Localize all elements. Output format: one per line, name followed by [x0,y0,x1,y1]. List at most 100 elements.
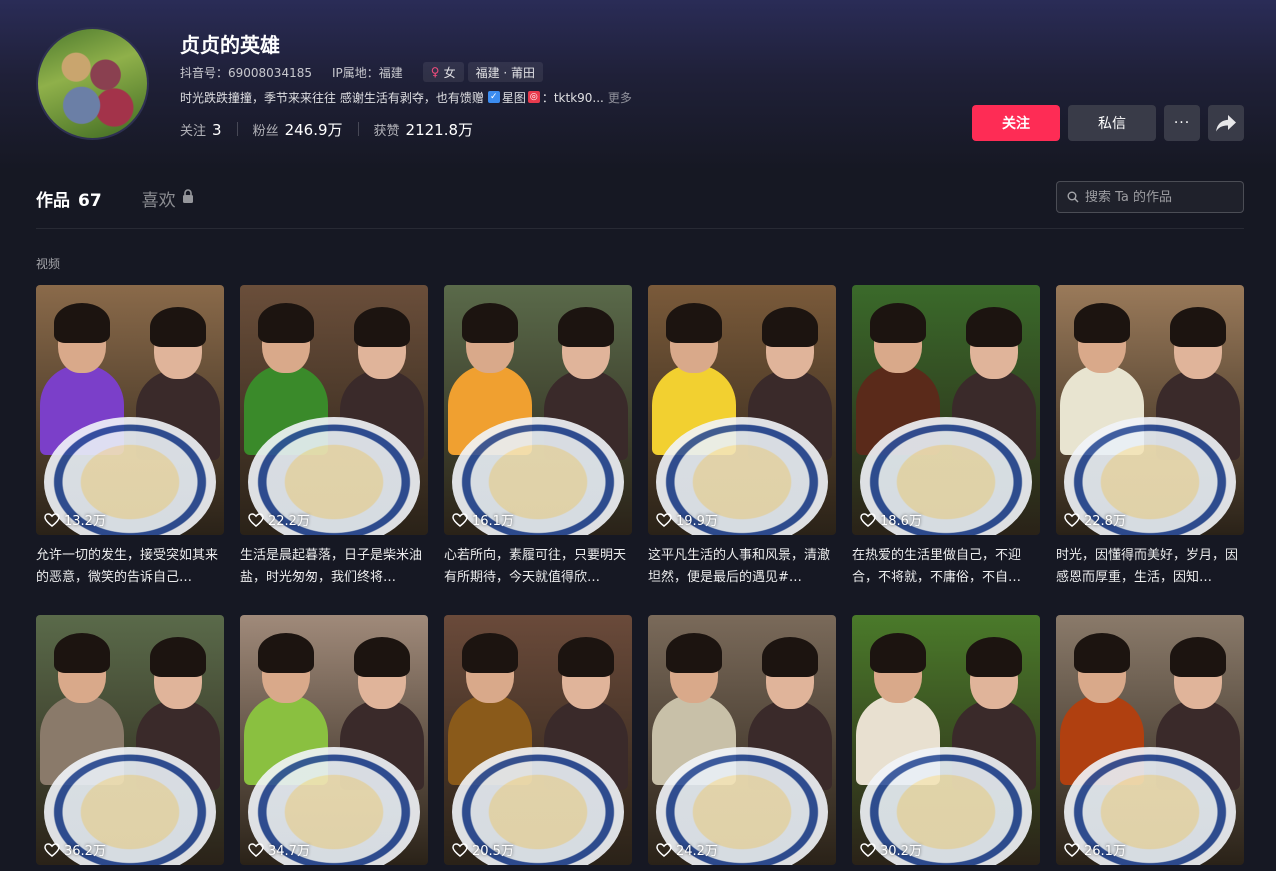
like-count-text: 24.2万 [676,844,718,859]
ip-location: IP属地：福建 [331,65,403,80]
female-icon: ♀ [430,65,440,79]
video-thumbnail[interactable]: 30.2万 [852,615,1040,865]
section-label-videos: 视频 [36,257,61,271]
like-count-text: 26.1万 [1084,844,1126,859]
profile-tabs: 作品 67 喜欢 [36,185,194,211]
video-thumbnail[interactable]: 13.2万 [36,285,224,535]
video-card[interactable]: 24.2万 [648,615,836,865]
video-thumbnail[interactable]: 19.9万 [648,285,836,535]
profile-stats: 关注 3 粉丝 246.9万 获赞 2121.8万 [180,118,473,140]
stat-following[interactable]: 关注 3 [180,120,222,139]
heart-icon [1064,512,1080,527]
thumbnail-art [54,303,110,343]
video-card[interactable]: 19.9万这平凡生活的人事和风景，清澈坦然，便是最后的遇见#… [648,285,836,589]
bio-text: 时光跌跌撞撞，季节来来往往 感谢生活有剥夺，也有馈赠 [180,90,484,105]
video-title[interactable]: 生活是晨起暮落，日子是柴米油盐，时光匆匆，我们终将… [240,545,428,589]
like-count-text: 19.9万 [676,514,718,529]
heart-icon [656,842,672,857]
share-button[interactable] [1208,105,1244,141]
thumbnail-art [870,303,926,343]
video-card[interactable]: 36.2万 [36,615,224,865]
video-title[interactable]: 在热爱的生活里做自己，不迎合，不将就，不庸俗，不自… [852,545,1040,589]
tab-works[interactable]: 作品 67 [36,186,102,211]
heart-icon [452,842,468,857]
stat-divider [357,122,359,136]
douyin-id: 抖音号：69008034185 [180,65,312,80]
profile-bio: 时光跌跌撞撞，季节来来往往 感谢生活有剥夺，也有馈赠 ✓ 星图 ◎ ：tktk9… [180,89,632,105]
heart-icon [452,512,468,527]
tabs-divider [36,228,1244,229]
heart-icon [248,842,264,857]
video-thumbnail[interactable]: 34.7万 [240,615,428,865]
heart-icon [860,842,876,857]
video-card[interactable]: 18.6万在热爱的生活里做自己，不迎合，不将就，不庸俗，不自… [852,285,1040,589]
thumbnail-art [1074,303,1130,343]
video-like-count: 19.9万 [656,510,718,529]
video-like-count: 13.2万 [44,510,106,529]
video-like-count: 34.7万 [248,840,310,859]
gender-tag: ♀ 女 [422,62,464,82]
bio-more-link[interactable]: 更多 [608,89,632,106]
lock-icon [182,188,194,208]
video-thumbnail[interactable]: 36.2万 [36,615,224,865]
video-like-count: 30.2万 [860,840,922,859]
video-title[interactable]: 这平凡生活的人事和风景，清澈坦然，便是最后的遇见#… [648,545,836,589]
stat-followers[interactable]: 粉丝 246.9万 [253,119,343,140]
video-thumbnail[interactable]: 16.1万 [444,285,632,535]
video-card[interactable]: 22.8万时光，因懂得而美好，岁月，因感恩而厚重，生活，因知… [1056,285,1244,589]
video-thumbnail[interactable]: 20.5万 [444,615,632,865]
video-like-count: 26.1万 [1064,840,1126,859]
video-card[interactable]: 22.2万生活是晨起暮落，日子是柴米油盐，时光匆匆，我们终将… [240,285,428,589]
bio-star-label: 星图 [501,90,526,105]
thumbnail-art [258,633,314,673]
thumbnail-art [870,633,926,673]
thumbnail-art [150,307,206,347]
thumbnail-art [462,303,518,343]
video-thumbnail[interactable]: 22.8万 [1056,285,1244,535]
checkbox-icon: ✓ [487,91,500,103]
video-card[interactable]: 20.5万 [444,615,632,865]
video-card[interactable]: 13.2万允许一切的发生，接受突如其来的恶意，微笑的告诉自己… [36,285,224,589]
thumbnail-art [762,307,818,347]
video-title[interactable]: 时光，因懂得而美好，岁月，因感恩而厚重，生活，因知… [1056,545,1244,589]
video-card[interactable]: 16.1万心若所向，素履可往，只要明天有所期待，今天就值得欣… [444,285,632,589]
like-count-text: 22.2万 [268,514,310,529]
search-box[interactable] [1056,181,1244,213]
like-count-text: 13.2万 [64,514,106,529]
video-card[interactable]: 26.1万 [1056,615,1244,865]
thumbnail-art [558,307,614,347]
more-options-button[interactable]: ··· [1164,105,1200,141]
avatar[interactable] [36,27,149,140]
video-thumbnail[interactable]: 26.1万 [1056,615,1244,865]
thumbnail-art [666,633,722,673]
video-thumbnail[interactable]: 18.6万 [852,285,1040,535]
thumbnail-art [462,633,518,673]
heart-icon [1064,842,1080,857]
like-count-text: 18.6万 [880,514,922,529]
profile-meta: 抖音号：69008034185 IP属地：福建 ♀ 女 福建 · 莆田 [180,62,547,82]
search-icon [1067,191,1079,203]
like-count-text: 36.2万 [64,844,106,859]
tab-likes[interactable]: 喜欢 [142,186,194,211]
video-title[interactable]: 允许一切的发生，接受突如其来的恶意，微笑的告诉自己… [36,545,224,589]
video-title[interactable]: 心若所向，素履可往，只要明天有所期待，今天就值得欣… [444,545,632,589]
video-thumbnail[interactable]: 22.2万 [240,285,428,535]
video-like-count: 36.2万 [44,840,106,859]
thumbnail-art [966,307,1022,347]
heart-icon [656,512,672,527]
video-like-count: 20.5万 [452,840,514,859]
profile-header-background [0,0,1276,170]
search-input[interactable] [1085,189,1235,205]
thumbnail-art [966,637,1022,677]
video-thumbnail[interactable]: 24.2万 [648,615,836,865]
thumbnail-art [558,637,614,677]
stat-likes: 获赞 2121.8万 [373,120,474,139]
video-card[interactable]: 30.2万 [852,615,1040,865]
heart-icon [860,512,876,527]
video-card[interactable]: 34.7万 [240,615,428,865]
thumbnail-art [354,307,410,347]
message-button[interactable]: 私信 [1068,105,1156,141]
follow-button[interactable]: 关注 [972,105,1060,141]
thumbnail-art [258,303,314,343]
heart-icon [248,512,264,527]
